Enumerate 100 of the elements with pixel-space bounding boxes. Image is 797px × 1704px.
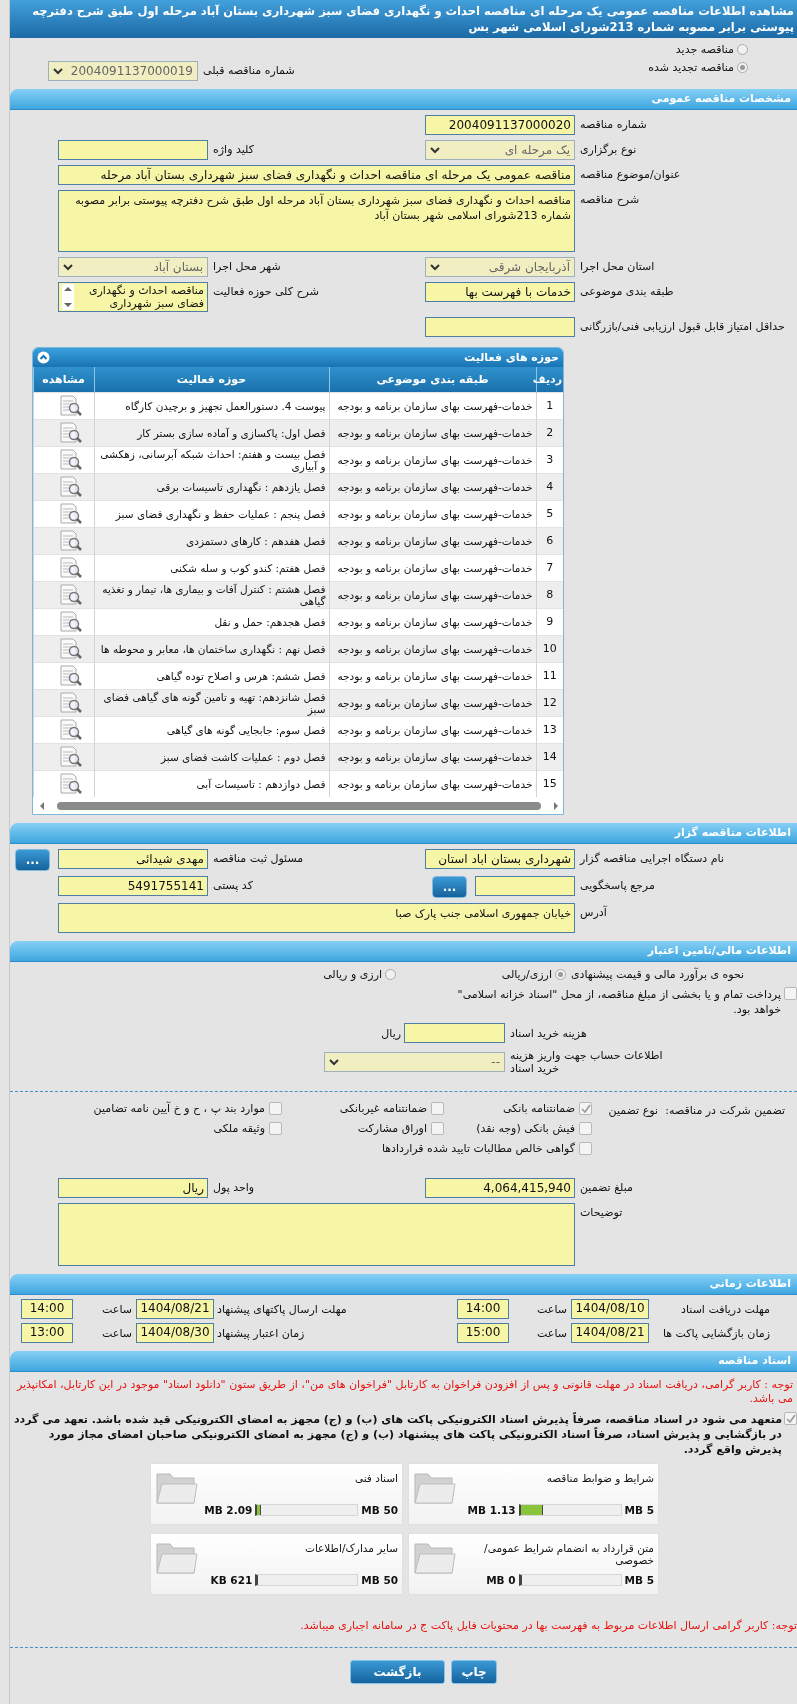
table-cell: خدمات-فهرست بهای سازمان برنامه و بودجه [329, 743, 536, 771]
time-field[interactable]: 14:00 [457, 1299, 509, 1319]
table-cell: فصل اول: پاکسازی و آماده سازی بستر کار [94, 419, 329, 447]
table-cell: 10 [536, 635, 563, 663]
table-cell: خدمات-فهرست بهای سازمان برنامه و بودجه [329, 581, 536, 609]
field-label: شماره مناقصه [579, 117, 648, 131]
checkbox-label: ضمانتنامه بانکی [502, 1102, 575, 1115]
text-area[interactable] [58, 1203, 575, 1266]
checkbox-label: موارد بند پ ، ح و خ آیین نامه تضامین [93, 1102, 265, 1115]
field-label: ساعت [536, 1302, 568, 1316]
checkbox[interactable] [579, 1142, 592, 1155]
action-button[interactable]: بازگشت [350, 1660, 445, 1684]
field-label: اطلاعات حساب جهت واریز هزینه خرید اسناد [509, 1049, 664, 1075]
checkbox[interactable] [784, 987, 797, 1000]
field-label: شهر محل اجرا [212, 259, 282, 273]
collapse-icon[interactable] [37, 351, 50, 364]
document-search-icon[interactable] [58, 395, 83, 417]
text-area[interactable]: خیابان جمهوری اسلامی جنب پارک صبا [58, 903, 575, 933]
more-button[interactable]: ... [432, 876, 467, 898]
input-field[interactable]: 2004091137000020 [425, 115, 575, 135]
document-search-icon[interactable] [58, 584, 83, 606]
more-button[interactable]: ... [15, 849, 50, 871]
checkbox-label: پرداخت تمام و یا بخشی از مبلغ مناقصه، از محل "اسناد خزانه اسلامی" خواهد بود. [456, 987, 781, 1017]
document-search-icon[interactable] [58, 746, 83, 768]
field-label: کد پستی [212, 878, 254, 892]
document-search-icon[interactable] [58, 557, 83, 579]
table-cell: 2 [536, 419, 563, 447]
page-title: مشاهده اطلاعات مناقصه عمومی یک مرحله ای مناقصه احداث و نگهداری فضای سبز شهرداری بستان آباد مرحله اول طبق شرح دفترچه پیوستی برابر مصوبه شماره 213شورای اسلامی شهر بس [10, 0, 797, 38]
document-search-icon[interactable] [58, 773, 83, 795]
date-field[interactable]: 1404/08/30 [136, 1323, 214, 1343]
document-search-icon[interactable] [58, 692, 83, 714]
checkbox[interactable] [579, 1122, 592, 1135]
table-cell: فصل دوم : عملیات کاشت فضای سبز [94, 743, 329, 771]
input-field[interactable] [475, 876, 575, 896]
document-search-icon[interactable] [58, 611, 83, 633]
field-label: مبلغ تضمین [579, 1180, 634, 1194]
input-field[interactable]: 4,064,415,940 [425, 1178, 575, 1198]
radio-label: مناقصه جدید [675, 43, 734, 56]
field-label: ساعت [536, 1326, 568, 1340]
document-search-icon[interactable] [58, 665, 83, 687]
dropdown[interactable]: یک مرحله ای [425, 140, 575, 160]
text-area[interactable]: مناقصه احداث و نگهداری فضای سبز شهرداری بستان آباد مرحله اول طبق شرح دفترچه پیوستی برابر مصوبه شماره 213شورای اسلامی شهر بستان آباد [58, 190, 575, 252]
file-name: اسناد فنی [353, 1472, 398, 1484]
table-cell: خدمات-فهرست بهای سازمان برنامه و بودجه [329, 770, 536, 797]
time-field[interactable]: 15:00 [457, 1323, 509, 1343]
radio-button[interactable] [737, 62, 748, 73]
panel-title: حوزه های فعالیت [464, 351, 559, 364]
list-box[interactable]: مناقصه احداث و نگهداری فضای سبز شهرداری [58, 282, 208, 312]
field-label: هزینه خرید اسناد [509, 1026, 588, 1040]
document-search-icon[interactable] [58, 449, 83, 471]
document-search-icon[interactable] [58, 719, 83, 741]
action-button[interactable]: چاپ [451, 1660, 497, 1684]
field-label: نوع برگزاری [579, 142, 638, 156]
input-field[interactable]: مهدی شیدائی [58, 849, 208, 869]
size-limit: 50 MB [361, 1504, 398, 1516]
dropdown[interactable]: 2004091137000019 [48, 61, 198, 81]
size-limit: 5 MB [624, 1504, 654, 1516]
checkbox[interactable] [784, 1412, 797, 1425]
input-field[interactable] [58, 140, 208, 160]
input-field[interactable]: خدمات با فهرست بها [425, 282, 575, 302]
dropdown[interactable]: آذربایجان شرقی [425, 257, 575, 277]
section-header: اطلاعات زمانی [10, 1274, 797, 1295]
input-field[interactable] [404, 1023, 505, 1043]
document-search-icon[interactable] [58, 476, 83, 498]
unit-label: ریال [381, 1026, 402, 1040]
table-cell: فصل نهم : نگهداری ساختمان ها، معابر و محوطه ها [94, 635, 329, 663]
checkbox-label: وثیقه ملکی [213, 1122, 265, 1135]
radio-button[interactable] [385, 969, 396, 980]
date-field[interactable]: 1404/08/10 [571, 1299, 649, 1319]
table-cell: فصل هفدهم : کارهای دستمزدی [94, 527, 329, 555]
file-size: 2.09 MB [204, 1504, 253, 1516]
field-label: استان محل اجرا [579, 259, 656, 273]
table-cell: فصل شانزدهم: تهیه و تامین گونه های گیاهی فضای سبز [94, 689, 329, 717]
radio-button[interactable] [737, 44, 748, 55]
dropdown[interactable]: بستان آباد [58, 257, 208, 277]
checkbox-label: متعهد می شود در اسناد مناقصه، صرفاً پذیرش اسناد الکترونیکی پاکت های (ب) و (ج) مجهز به امضای الکترونیکی قید شده باشد. تعهد می گردد در بازگشایی و پذیرش اسناد، صرفاً اسناد الکترونیکی پاکت های پیشنهاد (ب) و (ج) مجهز به امضای الکترونیکی صاحبان امضای مجاز مورد پذیرش واقع گردد. [12, 1412, 782, 1457]
document-search-icon[interactable] [58, 503, 83, 525]
checkbox[interactable] [579, 1102, 592, 1115]
checkbox[interactable] [431, 1122, 444, 1135]
checkbox[interactable] [269, 1102, 282, 1115]
date-field[interactable]: 1404/08/21 [571, 1323, 649, 1343]
document-search-icon[interactable] [58, 422, 83, 444]
size-limit: 50 MB [361, 1574, 398, 1586]
date-field[interactable]: 1404/08/21 [136, 1299, 214, 1319]
radio-button[interactable] [555, 969, 566, 980]
document-search-icon[interactable] [58, 638, 83, 660]
checkbox[interactable] [269, 1122, 282, 1135]
time-field[interactable]: 14:00 [21, 1299, 73, 1319]
document-search-icon[interactable] [58, 530, 83, 552]
input-field[interactable]: مناقصه عمومی یک مرحله ای مناقصه احداث و نگهداری فضای سبز شهرداری بستان آباد مرحله [58, 165, 575, 185]
input-field[interactable]: شهرداری بستان اباد استان [425, 849, 575, 869]
input-field[interactable] [425, 317, 575, 337]
field-label: مهلت دریافت اسناد [680, 1302, 771, 1316]
checkbox[interactable] [431, 1102, 444, 1115]
time-field[interactable]: 13:00 [21, 1323, 73, 1343]
input-field[interactable]: ریال [58, 1178, 208, 1198]
input-field[interactable]: 5491755141 [58, 876, 208, 896]
scroll-arrows-icon[interactable] [62, 284, 74, 310]
dropdown[interactable]: -- [324, 1052, 505, 1072]
table-cell: 15 [536, 770, 563, 797]
